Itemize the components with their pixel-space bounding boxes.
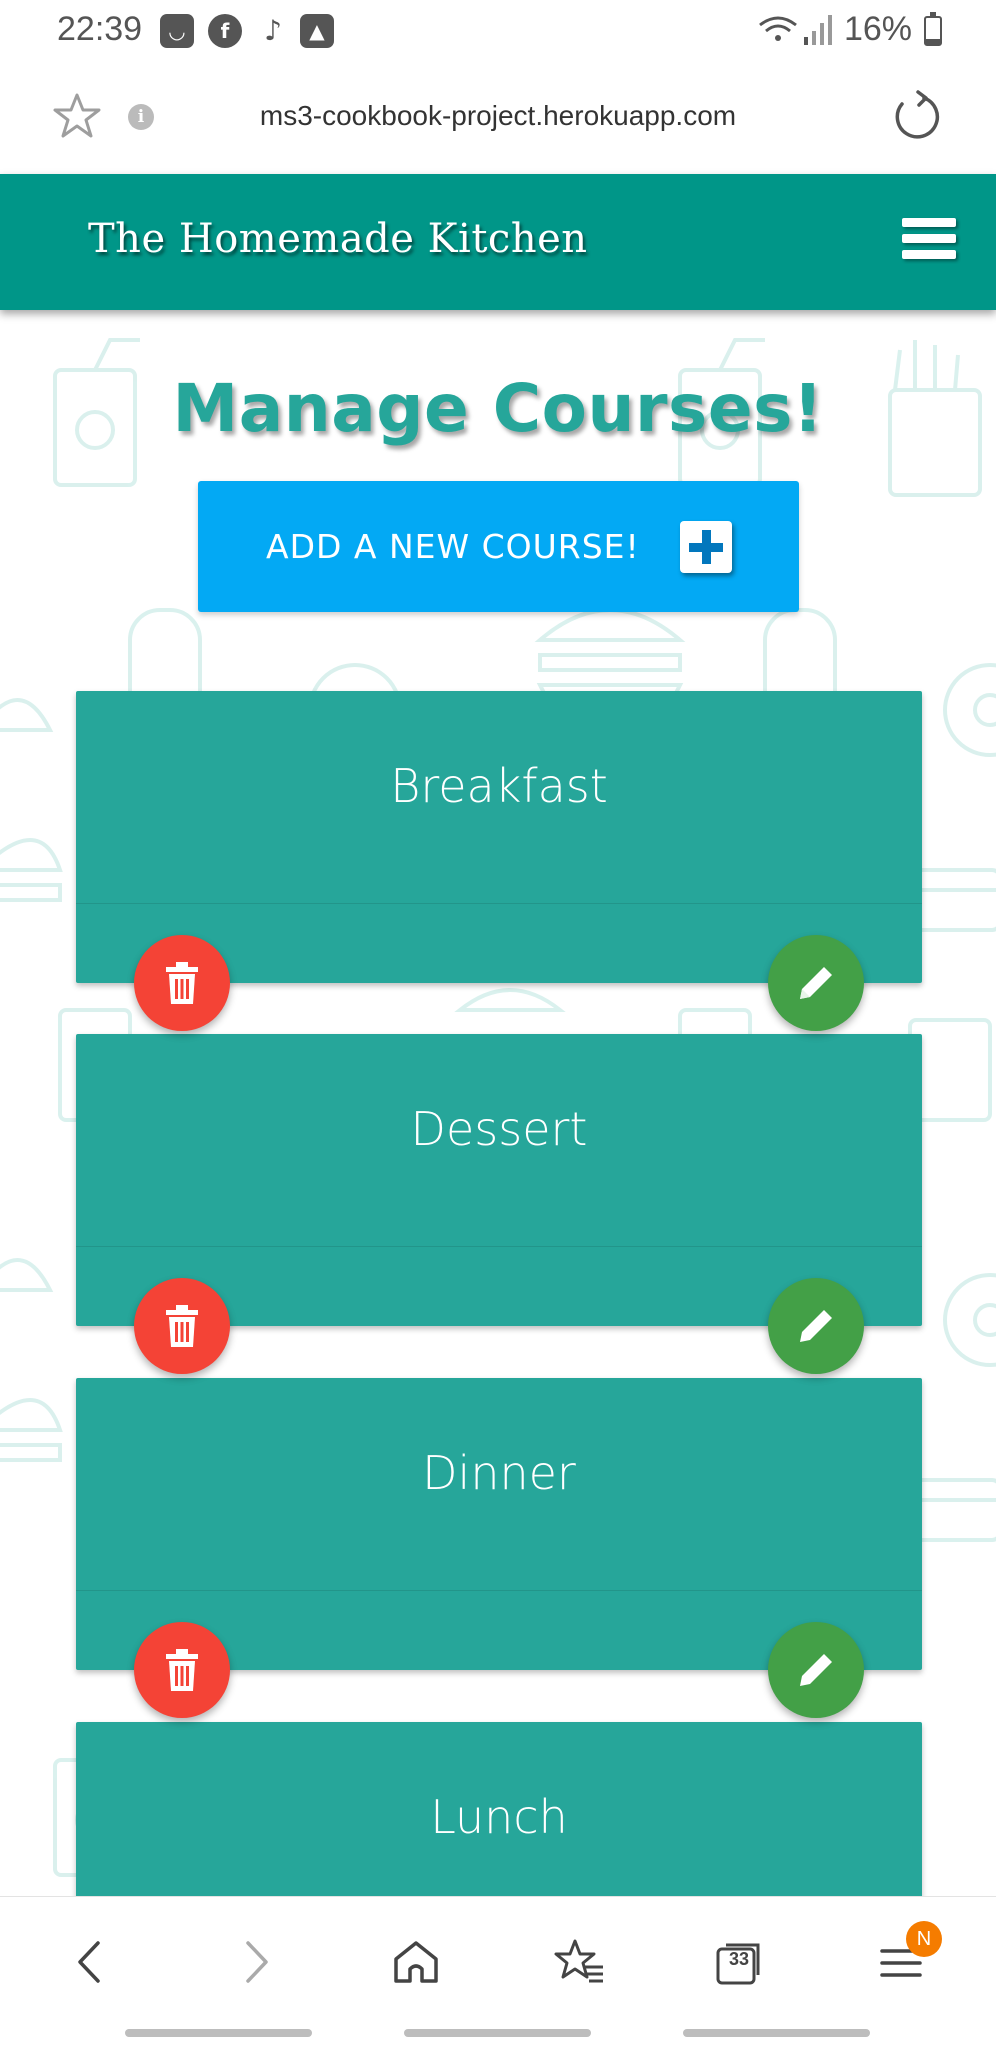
gallery-icon: ▲ bbox=[300, 14, 334, 48]
trash-icon bbox=[166, 1649, 198, 1691]
address-bar: i ms3-cookbook-project.herokuapp.com bbox=[0, 62, 996, 174]
course-name: Dessert bbox=[410, 1102, 588, 1156]
page-title: Manage Courses! bbox=[172, 370, 824, 447]
delete-course-button[interactable] bbox=[134, 935, 230, 1031]
edit-course-button[interactable] bbox=[768, 935, 864, 1031]
battery-icon bbox=[924, 11, 942, 46]
course-card-dinner: Dinner bbox=[76, 1378, 922, 1718]
card-divider bbox=[76, 1590, 922, 1591]
plus-icon bbox=[680, 521, 732, 573]
course-card-lunch: Lunch bbox=[76, 1722, 922, 1896]
pencil-icon bbox=[800, 1310, 832, 1342]
app-header: The Homemade Kitchen bbox=[0, 174, 996, 310]
forward-button[interactable] bbox=[220, 1927, 290, 1997]
add-course-button[interactable]: ADD A NEW COURSE! bbox=[198, 481, 799, 612]
wifi-signal-icon bbox=[759, 14, 832, 45]
trash-icon bbox=[166, 1305, 198, 1347]
notification-badge: N bbox=[906, 1921, 942, 1957]
tabs-count: 33 bbox=[728, 1949, 750, 1969]
edit-course-button[interactable] bbox=[768, 1622, 864, 1718]
back-button[interactable] bbox=[56, 1927, 126, 1997]
gesture-bar-right bbox=[683, 2029, 870, 2037]
course-name: Breakfast bbox=[390, 759, 608, 813]
brand-logo[interactable]: The Homemade Kitchen bbox=[88, 216, 588, 262]
course-name: Dinner bbox=[422, 1446, 576, 1500]
bookmarks-button[interactable] bbox=[543, 1927, 613, 1997]
hamburger-menu-icon[interactable] bbox=[902, 218, 956, 268]
chevron-left-icon bbox=[78, 1941, 100, 1983]
bookmark-star-icon bbox=[554, 1939, 603, 1983]
tabs-button[interactable]: 33 bbox=[704, 1927, 774, 1997]
browser-menu-button[interactable]: N bbox=[866, 1921, 942, 1997]
home-icon bbox=[394, 1941, 438, 1983]
course-card-breakfast: Breakfast bbox=[76, 691, 922, 1031]
status-bar: 22:39 ◡ f ♪ ▲ 16% bbox=[0, 0, 996, 62]
trash-icon bbox=[166, 962, 198, 1004]
delete-course-button[interactable] bbox=[134, 1622, 230, 1718]
card-divider bbox=[76, 903, 922, 904]
status-time: 22:39 bbox=[57, 10, 143, 48]
course-name: Lunch bbox=[430, 1790, 568, 1844]
add-course-label: ADD A NEW COURSE! bbox=[266, 527, 640, 566]
reload-icon[interactable] bbox=[892, 90, 942, 142]
status-right: 16% bbox=[758, 10, 942, 49]
tiktok-icon: ♪ bbox=[264, 14, 282, 47]
gesture-bar-center bbox=[404, 2029, 591, 2037]
url-field[interactable]: ms3-cookbook-project.herokuapp.com bbox=[0, 100, 996, 132]
edit-course-button[interactable] bbox=[768, 1278, 864, 1374]
home-button[interactable] bbox=[381, 1927, 451, 1997]
pencil-icon bbox=[800, 1654, 832, 1686]
battery-percent: 16% bbox=[843, 10, 912, 48]
browser-bottom-nav: 33 N bbox=[0, 1896, 996, 2048]
bag-icon: ◡ bbox=[160, 14, 194, 48]
course-card-dessert: Dessert bbox=[76, 1034, 922, 1374]
delete-course-button[interactable] bbox=[134, 1278, 230, 1374]
gesture-bar-left bbox=[125, 2029, 312, 2037]
card-divider bbox=[76, 1246, 922, 1247]
main-content: Manage Courses! ADD A NEW COURSE! Breakf… bbox=[0, 310, 996, 1896]
battery-fill bbox=[926, 39, 940, 44]
chevron-right-icon bbox=[246, 1941, 268, 1983]
pencil-icon bbox=[800, 967, 832, 999]
facebook-icon: f bbox=[208, 14, 242, 48]
